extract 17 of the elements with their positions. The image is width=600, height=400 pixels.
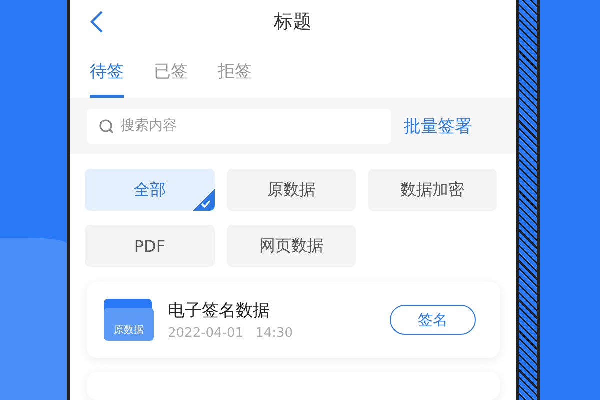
- document-title: 电子签名数据: [168, 300, 271, 322]
- folder-label: 原数据: [114, 324, 144, 338]
- filter-chip[interactable]: 原数据: [227, 169, 356, 212]
- filter-chip[interactable]: PDF: [85, 225, 215, 268]
- document-date: 2022-04-01: [168, 326, 244, 342]
- check-icon: [193, 189, 215, 212]
- sign-button[interactable]: 签名: [390, 305, 476, 336]
- document-time: 14:30: [256, 326, 294, 342]
- batch-sign-link[interactable]: 批量签署: [404, 114, 472, 138]
- tab[interactable]: 已签: [154, 60, 188, 98]
- filter-chip[interactable]: 数据加密: [368, 169, 497, 212]
- back-icon[interactable]: [90, 10, 104, 34]
- search-field[interactable]: 搜索内容: [87, 108, 391, 144]
- filter-chip[interactable]: 网页数据: [227, 225, 356, 268]
- filter-chip[interactable]: 全部: [85, 169, 215, 212]
- tab[interactable]: 拒签: [218, 60, 252, 98]
- page-title: 标题: [274, 10, 312, 36]
